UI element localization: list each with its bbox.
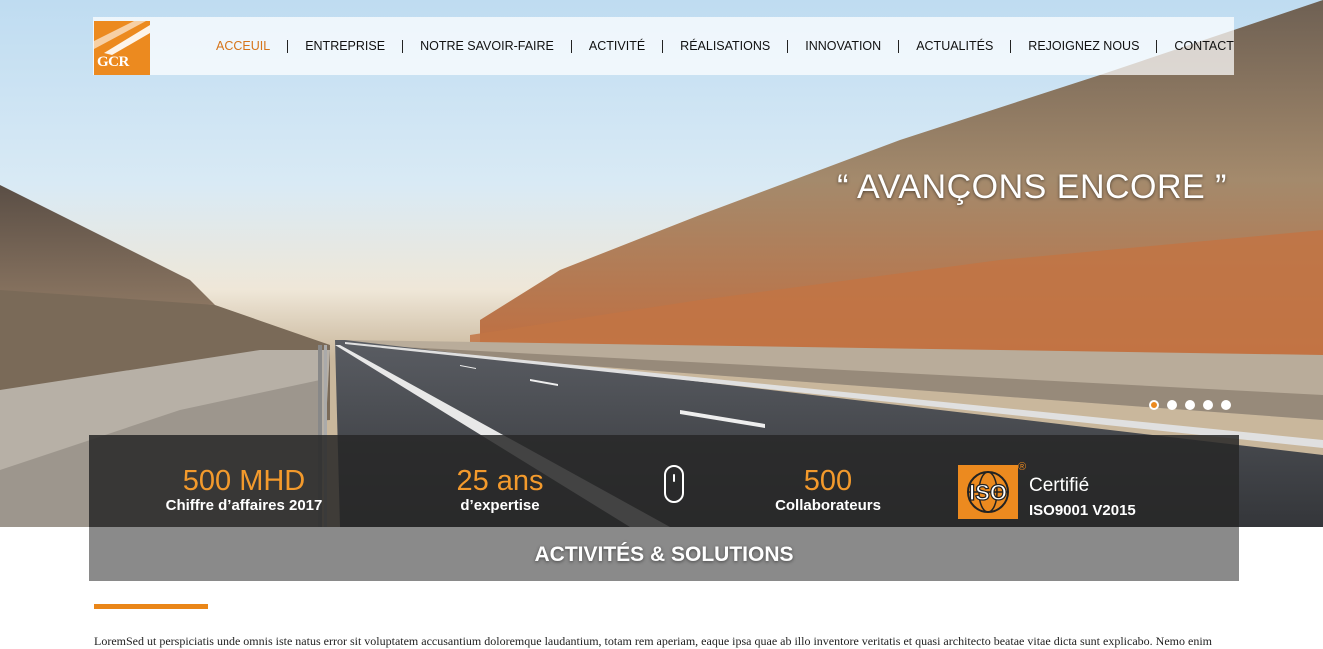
nav-item-entreprise[interactable]: ENTREPRISE (288, 39, 404, 53)
gcr-logo[interactable]: GCR (94, 21, 150, 75)
iso-certification: Certifié ISO9001 V2015 (1029, 475, 1136, 521)
stat-staff-label: Collaborateurs (775, 497, 881, 514)
stat-staff-value: 500 (803, 465, 853, 497)
stat-revenue-value: 500 MHD (182, 465, 306, 497)
slider-dot-4[interactable] (1203, 400, 1213, 410)
main-navigation: ACCEUIL ENTREPRISE NOTRE SAVOIR-FAIRE AC… (203, 17, 1251, 75)
nav-item-realisations[interactable]: RÉALISATIONS (663, 39, 789, 53)
stat-experience: 25 ans d’expertise (425, 465, 575, 515)
scroll-down-mouse-icon[interactable] (664, 465, 684, 503)
stat-staff: 500 Collaborateurs (753, 465, 903, 515)
stat-revenue: 500 MHD Chiffre d’affaires 2017 (154, 465, 334, 515)
logo-text: GCR (97, 54, 129, 70)
slider-dot-2[interactable] (1167, 400, 1177, 410)
slider-dot-3[interactable] (1185, 400, 1195, 410)
hero-slogan: “ AVANÇONS ENCORE ” (837, 168, 1227, 206)
slider-dot-5[interactable] (1221, 400, 1231, 410)
iso-title: Certifié (1029, 475, 1090, 496)
iso-standard: ISO9001 V2015 (1029, 502, 1136, 519)
svg-text:ISO: ISO (969, 480, 1007, 505)
stat-experience-value: 25 ans (456, 465, 544, 497)
nav-item-rejoignez-nous[interactable]: REJOIGNEZ NOUS (1011, 39, 1158, 53)
nav-item-actualites[interactable]: ACTUALITÉS (899, 39, 1012, 53)
iso-logo-icon: ISO (958, 465, 1018, 519)
iso-registered-mark: ® (1018, 461, 1027, 473)
section-title: ACTIVITÉS & SOLUTIONS (534, 543, 794, 566)
nav-item-accueil[interactable]: ACCEUIL (203, 39, 289, 53)
slider-pagination (1149, 400, 1231, 410)
intro-paragraph: LoremSed ut perspiciatis unde omnis iste… (94, 634, 1212, 648)
nav-item-innovation[interactable]: INNOVATION (788, 39, 900, 53)
stat-revenue-label: Chiffre d’affaires 2017 (165, 497, 323, 514)
section-header: ACTIVITÉS & SOLUTIONS (89, 527, 1239, 581)
stats-bar: 500 MHD Chiffre d’affaires 2017 25 ans d… (89, 435, 1239, 527)
nav-item-activite[interactable]: ACTIVITÉ (572, 39, 664, 53)
accent-divider (94, 604, 208, 609)
nav-item-savoir-faire[interactable]: NOTRE SAVOIR-FAIRE (403, 39, 572, 53)
top-navbar: GCR ACCEUIL ENTREPRISE NOTRE SAVOIR-FAIR… (93, 17, 1234, 75)
nav-item-contact[interactable]: CONTACT (1157, 39, 1251, 53)
stat-experience-label: d’expertise (460, 497, 540, 514)
slider-dot-1[interactable] (1149, 400, 1159, 410)
